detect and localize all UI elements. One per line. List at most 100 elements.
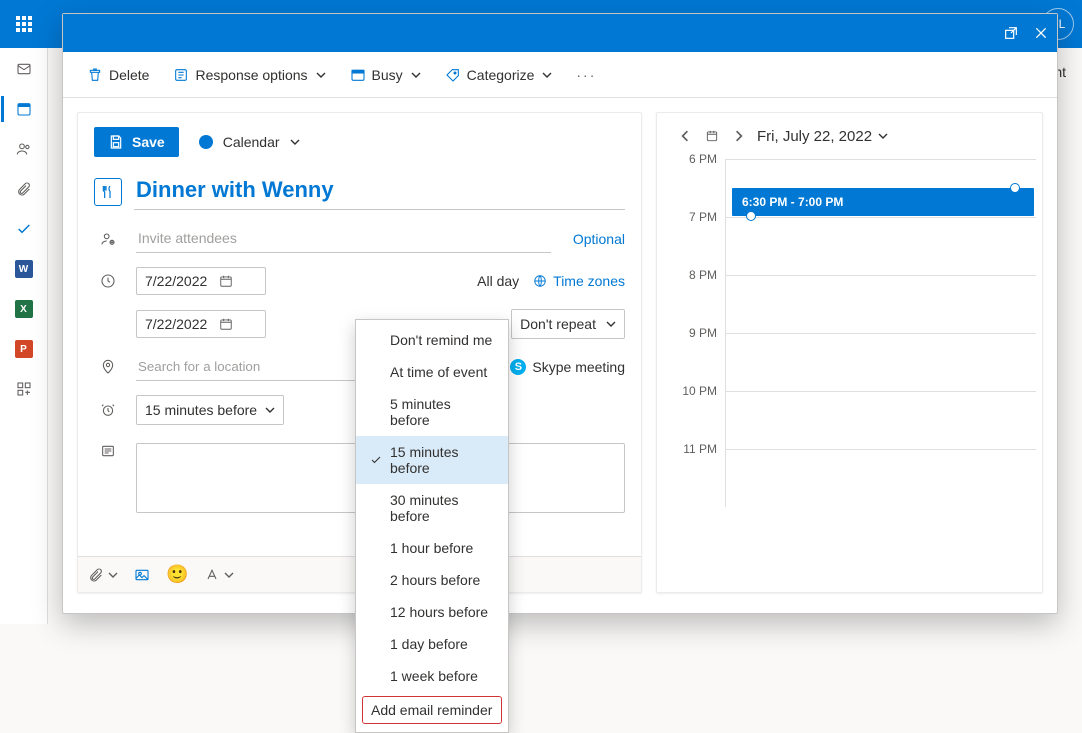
app-launcher-icon[interactable] (8, 8, 40, 40)
reminder-option[interactable]: 1 hour before (356, 532, 508, 564)
repeat-label: Don't repeat (520, 316, 596, 332)
people-add-icon (94, 231, 122, 247)
invite-attendees-input[interactable] (136, 224, 551, 253)
all-day-label: All day (477, 273, 519, 289)
location-pin-icon (94, 359, 122, 375)
attach-button[interactable] (88, 567, 118, 583)
time-cell[interactable] (725, 333, 1036, 391)
time-row: 11 PM (677, 449, 1036, 507)
end-date-value: 7/22/2022 (145, 316, 207, 332)
skype-meeting-label: S Skype meeting (510, 359, 625, 375)
skype-icon: S (510, 359, 526, 375)
reminder-dropdown: Don't remind me At time of event 5 minutes… (355, 319, 509, 733)
delete-button[interactable]: Delete (87, 67, 149, 83)
next-day-button[interactable] (731, 128, 747, 144)
categorize-button[interactable]: Categorize (445, 67, 553, 83)
time-cell[interactable] (725, 449, 1036, 507)
modal-body: Save Calendar Optional (63, 98, 1057, 613)
description-icon (94, 443, 122, 459)
optional-link[interactable]: Optional (573, 231, 625, 247)
time-row: 10 PM (677, 391, 1036, 449)
alarm-icon (94, 402, 122, 418)
time-zones-link[interactable]: Time zones (533, 273, 625, 289)
location-input[interactable] (136, 353, 356, 381)
chevron-down-icon (265, 405, 275, 415)
end-date-input[interactable]: 7/22/2022 (136, 310, 266, 338)
date-title[interactable]: Fri, July 22, 2022 (757, 128, 888, 145)
calendar-color-dot (199, 135, 213, 149)
reminder-option[interactable]: 30 minutes before (356, 484, 508, 532)
event-block[interactable]: 6:30 PM - 7:00 PM (732, 188, 1034, 216)
response-options-button[interactable]: Response options (173, 67, 325, 83)
chevron-down-icon (224, 570, 234, 580)
time-label: 10 PM (677, 384, 725, 442)
event-form-panel: Save Calendar Optional (77, 112, 642, 593)
time-row: 8 PM (677, 275, 1036, 333)
delete-label: Delete (109, 67, 149, 83)
time-cell[interactable] (725, 391, 1036, 449)
reminder-option[interactable]: At time of event (356, 356, 508, 388)
word-icon[interactable]: W (13, 258, 35, 280)
prev-day-button[interactable] (677, 128, 693, 144)
save-button[interactable]: Save (94, 127, 179, 157)
reminder-option-label: 12 hours before (390, 604, 488, 620)
fork-knife-icon (94, 178, 122, 206)
time-label: 11 PM (677, 442, 725, 500)
excel-icon[interactable]: X (13, 298, 35, 320)
chevron-down-icon (411, 70, 421, 80)
emoji-button[interactable]: 🙂 (166, 564, 188, 585)
time-row: 9 PM (677, 333, 1036, 391)
event-title-input[interactable] (134, 173, 625, 210)
reminder-option[interactable]: 1 day before (356, 628, 508, 660)
reminder-value: 15 minutes before (145, 402, 257, 418)
reminder-option[interactable]: Don't remind me (356, 324, 508, 356)
reminder-option[interactable]: 1 week before (356, 660, 508, 692)
reminder-option-label: 5 minutes before (390, 396, 494, 428)
reminder-option-label: 1 hour before (390, 540, 473, 556)
add-email-reminder-button[interactable]: Add email reminder (362, 696, 502, 724)
more-apps-icon[interactable] (13, 378, 35, 400)
check-icon (370, 454, 382, 466)
today-button[interactable] (703, 127, 721, 145)
event-time-label: 6:30 PM - 7:00 PM (742, 195, 843, 209)
close-icon[interactable] (1033, 25, 1049, 41)
time-label: 9 PM (677, 326, 725, 384)
powerpoint-icon[interactable]: P (13, 338, 35, 360)
busy-status-button[interactable]: Busy (350, 67, 421, 83)
time-label: 6 PM (677, 152, 725, 210)
insert-image-button[interactable] (134, 567, 150, 583)
reminder-option-label: At time of event (390, 364, 487, 380)
busy-label: Busy (372, 67, 403, 83)
people-icon[interactable] (13, 138, 35, 160)
time-cell[interactable] (725, 217, 1036, 275)
response-options-label: Response options (195, 67, 307, 83)
date-header: Fri, July 22, 2022 (677, 127, 1036, 145)
time-cell[interactable] (725, 275, 1036, 333)
time-label: 8 PM (677, 268, 725, 326)
repeat-select[interactable]: Don't repeat (511, 309, 625, 339)
popout-icon[interactable] (1003, 25, 1019, 41)
reminder-option[interactable]: 12 hours before (356, 596, 508, 628)
start-date-input[interactable]: 7/22/2022 (136, 267, 266, 295)
reminder-option[interactable]: 5 minutes before (356, 388, 508, 436)
calendar-name: Calendar (223, 134, 280, 150)
chevron-down-icon (290, 137, 300, 147)
start-date-value: 7/22/2022 (145, 273, 207, 289)
todo-icon[interactable] (13, 218, 35, 240)
reminder-option[interactable]: 15 minutes before (356, 436, 508, 484)
reminder-select[interactable]: 15 minutes before (136, 395, 284, 425)
event-editor-window: Delete Response options Busy Categorize … (62, 13, 1058, 614)
reminder-option-label: 2 hours before (390, 572, 480, 588)
reminder-option[interactable]: 2 hours before (356, 564, 508, 596)
mail-icon[interactable] (13, 58, 35, 80)
calendar-selector[interactable]: Calendar (199, 134, 300, 150)
reminder-option-label: Don't remind me (390, 332, 492, 348)
text-format-button[interactable] (204, 567, 234, 583)
timeline: 6 PM7 PM8 PM9 PM10 PM11 PM 6:30 PM - 7:0… (677, 159, 1036, 507)
time-zones-label: Time zones (553, 273, 625, 289)
more-options-button[interactable]: ··· (576, 67, 596, 83)
files-icon[interactable] (13, 178, 35, 200)
calendar-icon[interactable] (13, 98, 35, 120)
chevron-down-icon (606, 319, 616, 329)
chevron-down-icon (108, 570, 118, 580)
